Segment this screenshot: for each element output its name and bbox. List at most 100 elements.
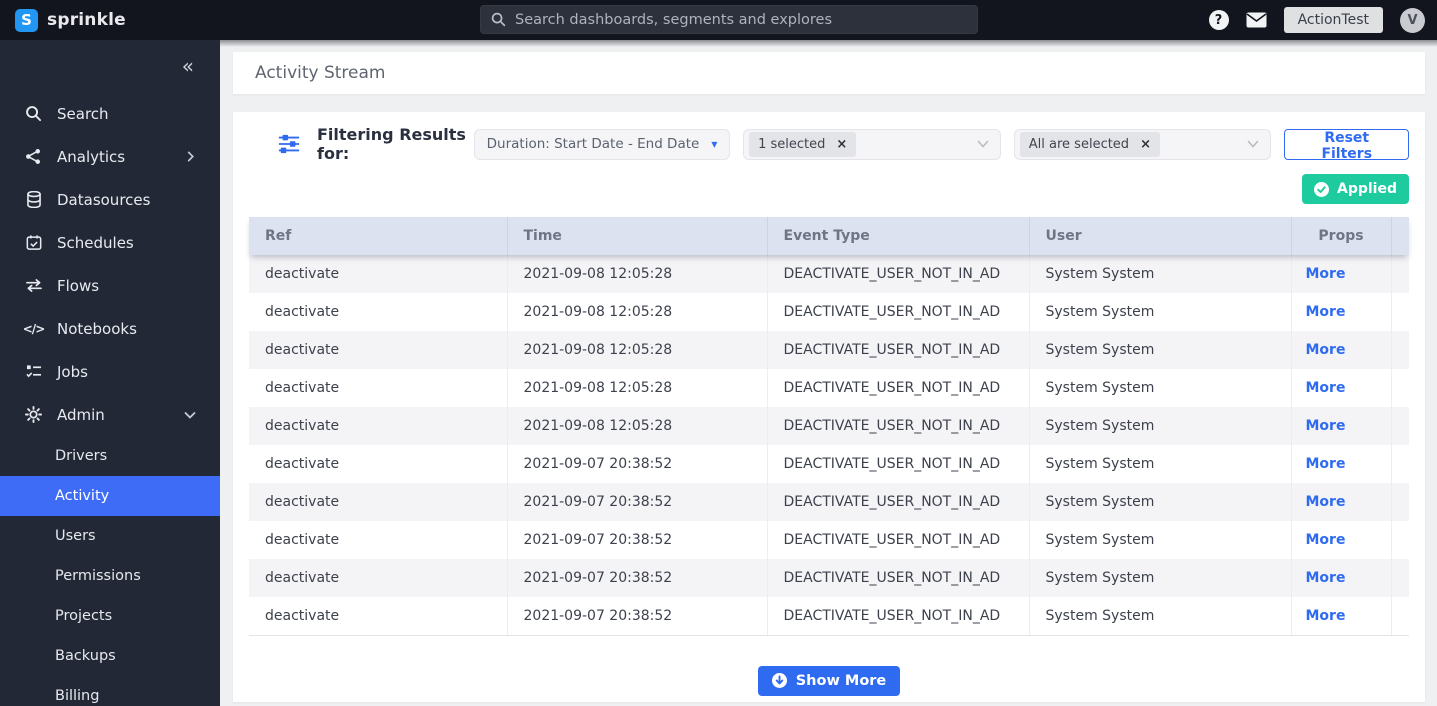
user-cell: System System [1029, 255, 1292, 293]
filter-chip-label: 1 selected [758, 136, 826, 152]
caret-down-icon: ▾ [711, 137, 718, 151]
spacer-cell [1391, 331, 1409, 369]
activity-table: Ref Time Event Type User Props deactivat… [249, 217, 1409, 636]
filter-sliders-icon [278, 134, 300, 154]
sidebar-item-notebooks[interactable]: </> Notebooks [0, 307, 220, 350]
event-type-cell: DEACTIVATE_USER_NOT_IN_AD [767, 331, 1030, 369]
ref-cell: deactivate [249, 407, 508, 445]
more-link[interactable]: More [1306, 418, 1346, 434]
more-link[interactable]: More [1306, 608, 1346, 624]
table-row: deactivate 2021-09-07 20:38:52 DEACTIVAT… [249, 445, 1409, 483]
spacer-cell [1391, 559, 1409, 597]
more-link[interactable]: More [1306, 494, 1346, 510]
column-header-event-type: Event Type [767, 217, 1030, 255]
time-cell: 2021-09-08 12:05:28 [507, 369, 768, 407]
avatar[interactable]: V [1400, 7, 1425, 33]
sidebar-item-label: Analytics [57, 147, 126, 166]
sidebar-item-label: Schedules [57, 233, 134, 252]
spacer-cell [1391, 597, 1409, 636]
table-row: deactivate 2021-09-07 20:38:52 DEACTIVAT… [249, 521, 1409, 559]
ref-cell: deactivate [249, 331, 508, 369]
spacer-cell [1391, 255, 1409, 293]
calendar-check-icon [24, 233, 43, 252]
sidebar-item-billing[interactable]: Billing [0, 676, 220, 706]
sidebar-item-flows[interactable]: Flows [0, 264, 220, 307]
column-header-user: User [1029, 217, 1292, 255]
global-search[interactable] [480, 5, 978, 34]
close-icon[interactable]: × [836, 137, 847, 152]
duration-filter-dropdown[interactable]: Duration: Start Date - End Date ▾ [473, 128, 731, 160]
search-icon [491, 12, 506, 27]
user-cell: System System [1029, 445, 1292, 483]
arrow-down-circle-icon [771, 673, 787, 688]
code-icon: </> [22, 321, 45, 336]
spacer-cell [1391, 445, 1409, 483]
sidebar-item-analytics[interactable]: Analytics [0, 135, 220, 178]
event-type-cell: DEACTIVATE_USER_NOT_IN_AD [767, 483, 1030, 521]
sidebar-item-permissions[interactable]: Permissions [0, 556, 220, 596]
reset-filters-button[interactable]: Reset Filters [1284, 128, 1409, 162]
more-link[interactable]: More [1306, 304, 1346, 320]
applied-label: Applied [1337, 181, 1397, 197]
time-cell: 2021-09-07 20:38:52 [507, 559, 768, 597]
top-bar: S sprinkle ? ActionTest V [0, 0, 1437, 40]
more-link[interactable]: More [1306, 532, 1346, 548]
database-icon [24, 190, 43, 209]
chevron-down-icon [184, 409, 196, 421]
main-content: Activity Stream Filtering Results for: D… [220, 40, 1437, 706]
more-link[interactable]: More [1306, 570, 1346, 586]
show-more-button[interactable]: Show More [757, 665, 901, 696]
applied-row: Applied [249, 174, 1409, 204]
table-row: deactivate 2021-09-08 12:05:28 DEACTIVAT… [249, 407, 1409, 445]
more-link[interactable]: More [1306, 380, 1346, 396]
filter-label: Filtering Results for: [317, 125, 466, 163]
sidebar-item-jobs[interactable]: Jobs [0, 350, 220, 393]
more-link[interactable]: More [1306, 456, 1346, 472]
time-cell: 2021-09-07 20:38:52 [507, 445, 768, 483]
sidebar-collapse-icon[interactable]: « [182, 56, 194, 76]
ref-cell: deactivate [249, 293, 508, 331]
ref-cell: deactivate [249, 369, 508, 407]
account-button[interactable]: ActionTest [1283, 7, 1383, 33]
sidebar-item-backups[interactable]: Backups [0, 636, 220, 676]
sidebar-item-datasources[interactable]: Datasources [0, 178, 220, 221]
spacer-cell [1391, 293, 1409, 331]
time-cell: 2021-09-08 12:05:28 [507, 293, 768, 331]
table-row: deactivate 2021-09-07 20:38:52 DEACTIVAT… [249, 483, 1409, 521]
sidebar-item-projects[interactable]: Projects [0, 596, 220, 636]
event-type-filter-dropdown[interactable]: 1 selected × [743, 128, 1001, 160]
time-cell: 2021-09-08 12:05:28 [507, 255, 768, 293]
ref-cell: deactivate [249, 445, 508, 483]
gear-icon [24, 405, 43, 424]
page-title: Activity Stream [233, 52, 1425, 94]
more-link[interactable]: More [1306, 342, 1346, 358]
help-icon[interactable]: ? [1208, 10, 1229, 30]
column-header-spacer [1391, 217, 1409, 255]
mail-icon[interactable] [1246, 12, 1267, 28]
event-type-cell: DEACTIVATE_USER_NOT_IN_AD [767, 293, 1030, 331]
sidebar-item-admin[interactable]: Admin [0, 393, 220, 436]
event-type-cell: DEACTIVATE_USER_NOT_IN_AD [767, 597, 1030, 636]
table-row: deactivate 2021-09-08 12:05:28 DEACTIVAT… [249, 331, 1409, 369]
filter-chip: All are selected × [1019, 131, 1160, 157]
more-link[interactable]: More [1306, 266, 1346, 282]
search-input[interactable] [515, 11, 967, 28]
brand-name: sprinkle [47, 10, 126, 30]
sidebar-nav: Search Analytics Datasources Schedules F… [0, 40, 220, 706]
spacer-cell [1391, 369, 1409, 407]
table-row: deactivate 2021-09-08 12:05:28 DEACTIVAT… [249, 255, 1409, 293]
close-icon[interactable]: × [1140, 137, 1151, 152]
sidebar-item-drivers[interactable]: Drivers [0, 436, 220, 476]
user-filter-dropdown[interactable]: All are selected × [1013, 128, 1272, 160]
activity-card: Filtering Results for: Duration: Start D… [233, 112, 1425, 702]
sidebar-item-search[interactable]: Search [0, 92, 220, 135]
sidebar-item-activity[interactable]: Activity [0, 476, 220, 516]
table-header: Ref Time Event Type User Props [249, 217, 1409, 255]
search-icon [24, 104, 43, 123]
topbar-actions: ? ActionTest V [1208, 7, 1437, 33]
applied-button[interactable]: Applied [1302, 174, 1409, 204]
sidebar-item-schedules[interactable]: Schedules [0, 221, 220, 264]
table-row: deactivate 2021-09-07 20:38:52 DEACTIVAT… [249, 559, 1409, 597]
filter-chip-label: All are selected [1028, 136, 1130, 152]
sidebar-item-users[interactable]: Users [0, 516, 220, 556]
